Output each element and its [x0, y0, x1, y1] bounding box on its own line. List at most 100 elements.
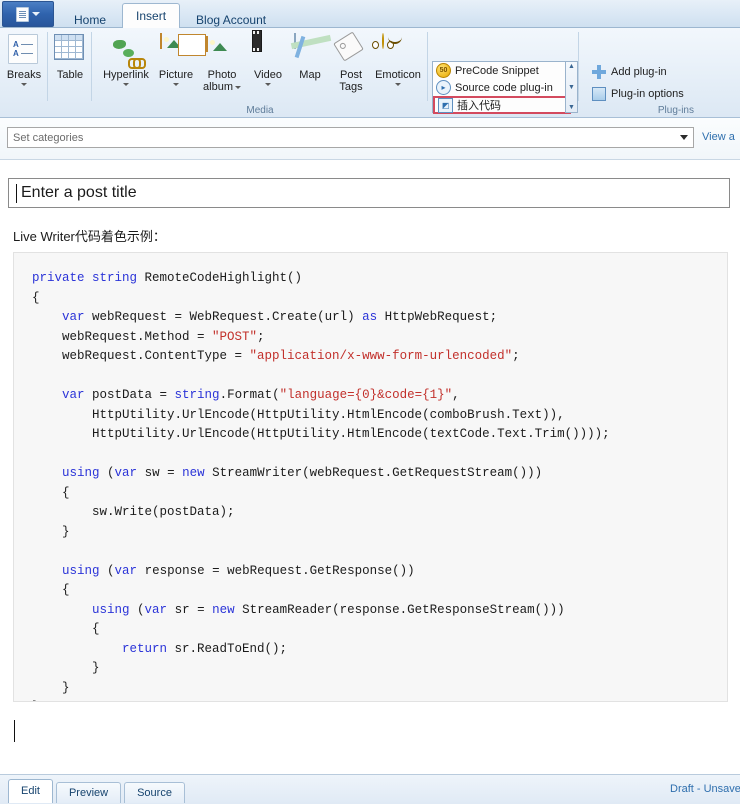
ribbon-group-table: Table [48, 28, 92, 117]
breaks-button[interactable]: A A Breaks [0, 31, 48, 86]
chevron-down-icon[interactable] [123, 83, 129, 86]
code-text: { [32, 485, 70, 500]
code-keyword: return [122, 641, 175, 656]
chevron-down-icon[interactable] [265, 83, 271, 86]
chevron-down-icon[interactable] [21, 83, 27, 86]
plugin-label: Source code plug-in [455, 81, 553, 94]
code-string: "POST" [212, 329, 258, 344]
title-bar: Home Insert Blog Account [0, 0, 740, 29]
code-keyword: var [114, 563, 145, 578]
code-text: ( [137, 602, 145, 617]
plugin-options-button[interactable]: Plug-in options [590, 83, 686, 105]
tab-edit[interactable]: Edit [8, 779, 53, 803]
code-keyword: var [114, 466, 145, 480]
code-line: var postData = string.Format("language={… [32, 386, 727, 406]
plugin-side-buttons: Add plug-in Plug-in options [590, 61, 686, 105]
media-group-label: Media [246, 105, 274, 116]
insert-code-plugin-icon: ◩ [438, 97, 453, 113]
code-text: { [32, 622, 100, 636]
code-snippet-block[interactable]: private string RemoteCodeHighlight(){ va… [13, 252, 728, 702]
code-keyword: string [174, 388, 220, 402]
code-text: sr.ReadToEnd(); [174, 641, 288, 656]
map-button[interactable]: Map [290, 31, 330, 81]
tab-preview[interactable]: Preview [55, 782, 122, 803]
categories-bar: Set categories View a [0, 118, 740, 160]
chevron-down-icon[interactable] [173, 83, 179, 86]
status-bar: Edit Preview Source Draft - Unsave [0, 774, 740, 804]
code-line: private string RemoteCodeHighlight() [32, 269, 727, 289]
set-categories-combobox[interactable]: Set categories [7, 127, 694, 148]
post-tags-button[interactable]: Post Tags [330, 31, 372, 93]
code-line: using (var sr = new StreamReader(respons… [32, 601, 727, 621]
app-menu-button[interactable] [2, 1, 54, 27]
emoticon-label: Emoticon [375, 69, 421, 81]
map-icon [294, 33, 326, 66]
hyperlink-globe-icon [110, 34, 146, 69]
photo-album-button[interactable]: Photo album [178, 31, 246, 93]
code-line: { [32, 289, 727, 309]
intro-paragraph: Live Writer代码着色示例： [13, 229, 166, 244]
code-line: using (var sw = new StreamWriter(webRequ… [32, 464, 727, 484]
view-mode-tabs: Edit Preview Source [8, 779, 188, 803]
code-line: sw.Write(postData); [32, 503, 727, 523]
code-keyword: using [62, 466, 108, 480]
breaks-icon: A A [8, 34, 40, 66]
chevron-down-icon[interactable] [234, 85, 241, 89]
code-keyword: as [362, 310, 385, 324]
chevron-down-icon[interactable] [675, 135, 693, 140]
tab-source[interactable]: Source [124, 782, 185, 803]
plugin-label: PreCode Snippet [455, 64, 539, 77]
table-button[interactable]: Table [48, 31, 92, 81]
gallery-more-icon[interactable]: ▼ [568, 103, 575, 112]
document-menu-icon [16, 6, 29, 22]
code-text: sr = [174, 602, 213, 617]
code-text: HttpUtility.UrlEncode(HttpUtility.HtmlEn… [32, 407, 565, 422]
tab-insert[interactable]: Insert [122, 3, 181, 29]
plugin-item-insert-code[interactable]: ◩ 插入代码 [433, 96, 571, 114]
emoticon-button[interactable]: Emoticon [372, 31, 424, 86]
code-keyword: using [92, 602, 138, 617]
code-text: .Format( [219, 388, 280, 402]
ribbon-tabs: Home Insert Blog Account [60, 2, 282, 29]
code-text: } [32, 524, 70, 539]
code-text: sw.Write(postData); [32, 505, 235, 519]
plugin-gallery[interactable]: 50 PreCode Snippet ▸ Source code plug-in… [432, 61, 572, 114]
chevron-down-icon [32, 12, 40, 16]
plugin-gallery-scrollbar[interactable]: ▲ ▼ ▼ [565, 61, 578, 113]
set-categories-value: Set categories [13, 131, 84, 144]
scroll-down-icon[interactable]: ▼ [568, 83, 575, 92]
hyperlink-button[interactable]: Hyperlink [98, 31, 154, 86]
code-line: } [32, 698, 727, 701]
photo-album-icon [178, 34, 238, 66]
plugin-item-precode-snippet[interactable]: 50 PreCode Snippet [433, 62, 571, 79]
post-title-input[interactable]: Enter a post title [8, 178, 730, 208]
code-line: { [32, 484, 727, 504]
live-writer-window: Home Insert Blog Account A A Breaks Tabl… [0, 0, 740, 804]
code-line: { [32, 581, 727, 601]
hyperlink-label: Hyperlink [103, 69, 149, 81]
video-button[interactable]: Video [246, 30, 290, 86]
code-text: ; [257, 329, 265, 344]
map-label: Map [299, 69, 321, 81]
post-editor[interactable]: Enter a post title Live Writer代码着色示例： pr… [0, 160, 740, 774]
code-line: webRequest.ContentType = "application/x-… [32, 347, 727, 367]
emoticon-icon [372, 33, 414, 66]
code-text: webRequest.Method = [32, 329, 213, 344]
plugin-item-source-code-plugin[interactable]: ▸ Source code plug-in [433, 79, 571, 96]
code-keyword: string [92, 271, 145, 285]
code-line: } [32, 679, 727, 699]
scroll-up-icon[interactable]: ▲ [568, 62, 575, 71]
code-text: HttpWebRequest; [384, 310, 498, 324]
code-line: return sr.ReadToEnd(); [32, 640, 727, 660]
code-text: ; [512, 349, 520, 363]
code-line: webRequest.Method = "POST"; [32, 328, 727, 348]
view-all-link[interactable]: View a [702, 131, 735, 143]
chevron-down-icon[interactable] [395, 83, 401, 86]
add-plugin-button[interactable]: Add plug-in [590, 61, 686, 83]
code-line: HttpUtility.UrlEncode(HttpUtility.HtmlEn… [32, 406, 727, 426]
